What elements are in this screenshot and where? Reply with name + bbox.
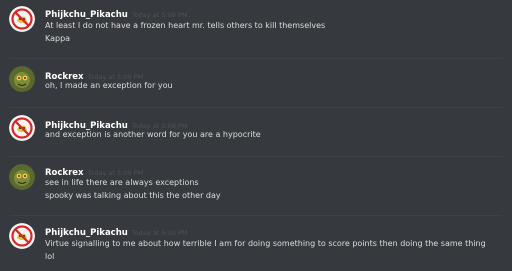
pikachu-no-sign-avatar[interactable] xyxy=(9,115,35,141)
message-group: Rockrex Today at 5:09 PM oh, I made an ex… xyxy=(0,60,512,105)
rockrex-avatar[interactable] xyxy=(9,164,35,190)
chat-message-list: Phijkchu_Pikachu Today at 5:09 PM At leas… xyxy=(0,0,512,271)
message-divider xyxy=(10,58,502,59)
timestamp: Today at 5:10 PM xyxy=(131,229,188,237)
timestamp: Today at 5:09 PM xyxy=(87,169,144,177)
message-line: At least I do not have a frozen heart mr… xyxy=(45,21,326,30)
pikachu-no-sign-avatar[interactable] xyxy=(9,6,35,32)
rockrex-avatar[interactable] xyxy=(9,66,35,92)
message-group: Phijkchu_Pikachu Today at 5:09 PM At leas… xyxy=(0,0,512,56)
message-line: spooky was talking about this the other … xyxy=(45,190,221,200)
message-divider xyxy=(10,156,502,157)
message-content: Virtue signalling to me about how terrib… xyxy=(45,238,504,263)
message-divider xyxy=(10,107,502,108)
message-content: see in life there are always exceptions … xyxy=(45,177,504,202)
message-content: oh, I made an exception for you xyxy=(45,80,504,93)
message-line: oh, I made an exception for you xyxy=(45,81,173,90)
message-content: and exception is another word for you ar… xyxy=(45,129,504,142)
message-divider xyxy=(10,215,502,216)
timestamp: Today at 5:09 PM xyxy=(131,11,188,19)
message-content: At least I do not have a frozen heart mr… xyxy=(45,20,504,45)
message-line: lol xyxy=(45,251,55,261)
message-line: Virtue signalling to me about how terrib… xyxy=(45,239,486,248)
message-line: Kappa xyxy=(45,33,71,43)
message-group: Phijkchu_Pikachu Today at 5:09 PM and exc… xyxy=(0,109,512,154)
message-line: and exception is another word for you ar… xyxy=(45,130,261,139)
username[interactable]: Phijkchu_Pikachu xyxy=(45,228,128,238)
username[interactable]: Phijkchu_Pikachu xyxy=(45,10,128,20)
pikachu-no-sign-avatar[interactable] xyxy=(9,223,35,249)
message-group: Phijkchu_Pikachu Today at 5:10 PM Virtue … xyxy=(0,217,512,271)
message-line: see in life there are always exceptions xyxy=(45,178,199,187)
message-group: Rockrex Today at 5:09 PM see in life ther… xyxy=(0,158,512,213)
